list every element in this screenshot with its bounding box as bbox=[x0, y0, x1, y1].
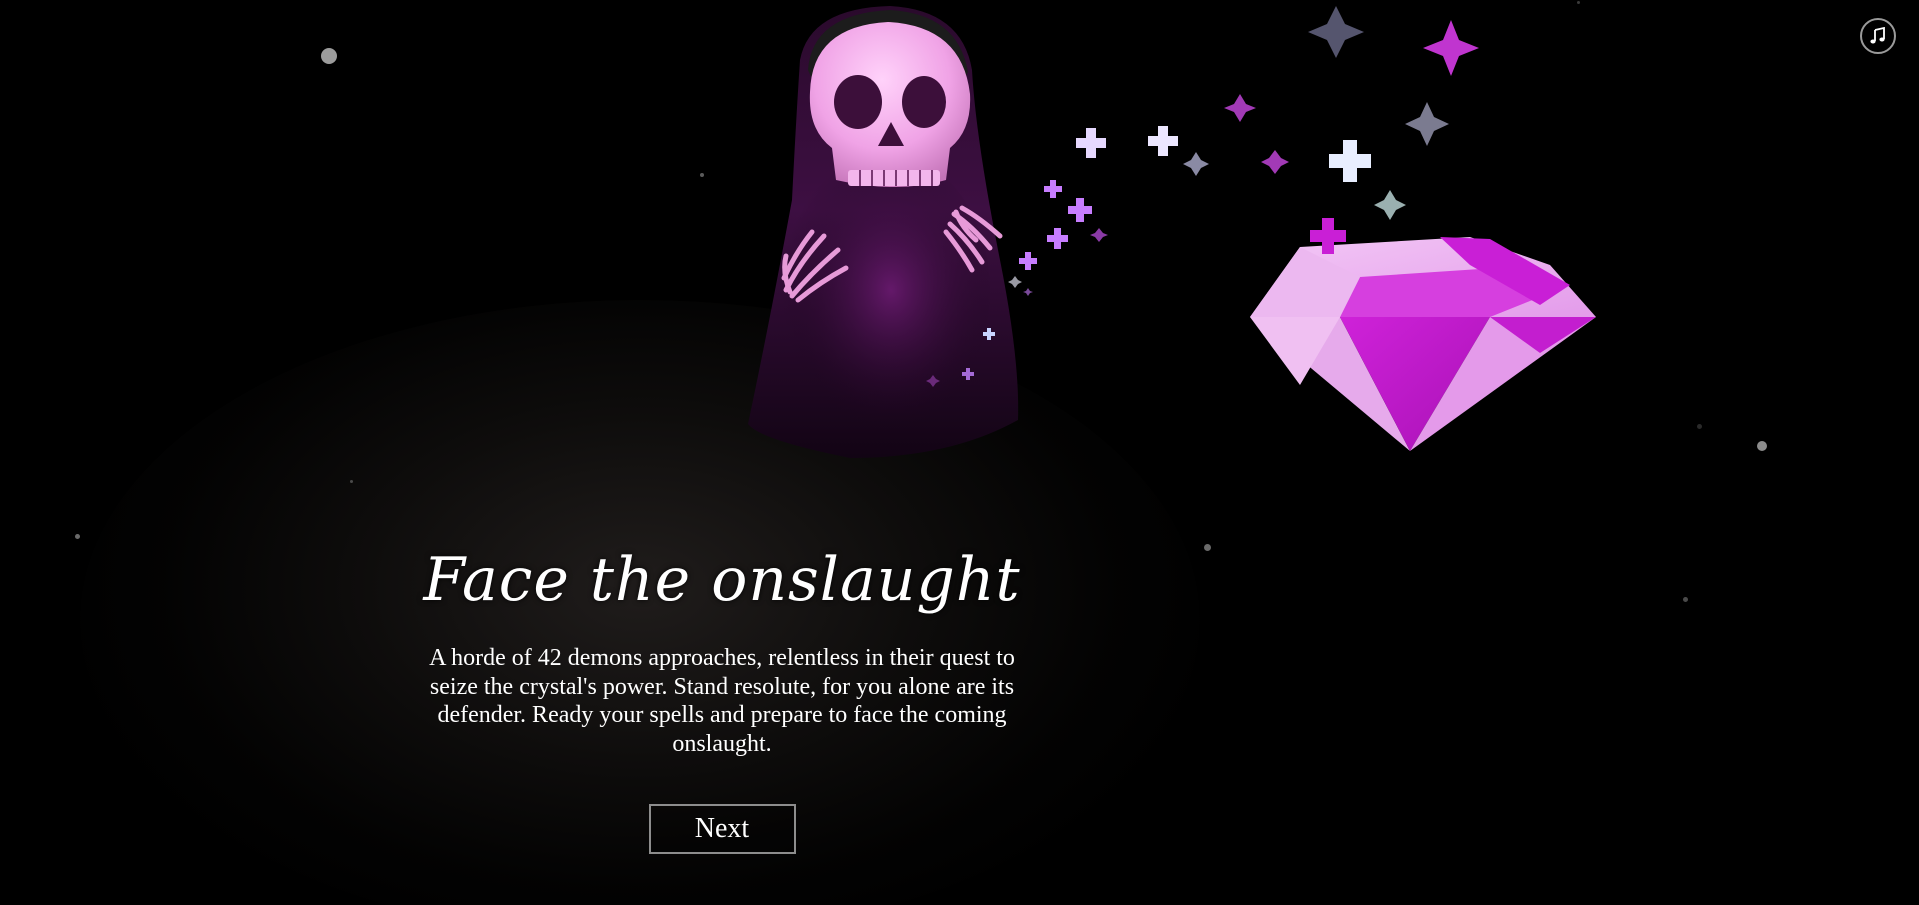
dust-particle bbox=[75, 534, 80, 539]
dust-particle bbox=[1577, 1, 1580, 4]
story-text: A horde of 42 demons approaches, relentl… bbox=[429, 645, 1015, 757]
game-scene: Face the onslaught A horde of 42 demons … bbox=[0, 0, 1919, 905]
story-title: Face the onslaught bbox=[423, 545, 1021, 615]
dust-particle bbox=[1697, 424, 1702, 429]
dust-particle bbox=[1204, 544, 1211, 551]
dust-particle bbox=[1757, 441, 1767, 451]
story-dialog: Face the onslaught A horde of 42 demons … bbox=[412, 540, 1032, 854]
music-toggle-button[interactable] bbox=[1860, 18, 1896, 54]
reaper-character bbox=[748, 6, 1019, 458]
crystal-gem bbox=[1250, 237, 1596, 451]
dust-particle bbox=[1683, 597, 1688, 602]
dust-particle bbox=[321, 48, 337, 64]
next-button[interactable]: Next bbox=[648, 804, 796, 854]
music-note-icon bbox=[1870, 27, 1885, 44]
dust-particle bbox=[350, 480, 353, 483]
